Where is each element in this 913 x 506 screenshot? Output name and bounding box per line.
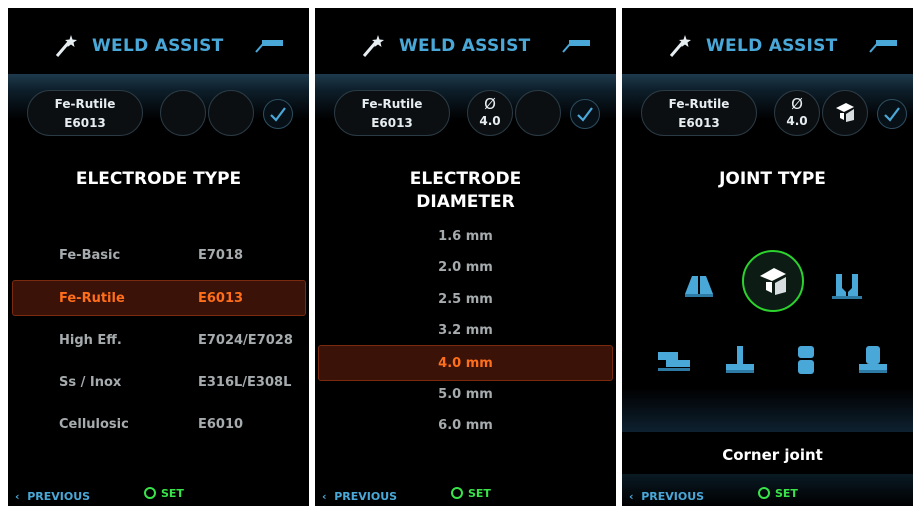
wand-icon	[362, 35, 384, 57]
app-header: WELD ASSIST	[315, 32, 616, 60]
electrode-name: Fe-Basic	[59, 248, 121, 263]
diameter-summary[interactable]	[160, 90, 206, 136]
joint-summary[interactable]	[515, 90, 561, 136]
confirm-button[interactable]	[570, 99, 600, 129]
confirm-button[interactable]	[877, 99, 907, 129]
footer-bar: ‹ PREVIOUS SET	[622, 478, 913, 506]
electrode-code: E6013	[198, 291, 244, 306]
footer-bar: ‹ PREVIOUS SET	[315, 478, 616, 506]
check-icon	[270, 107, 286, 122]
diameter-summary[interactable]: Ø 4.0	[774, 90, 820, 136]
electrode-summary[interactable]: Fe-Rutile E6013	[27, 90, 143, 136]
electrode-code: E7018	[198, 248, 244, 263]
electrode-group: Fe-Rutile	[668, 97, 730, 111]
list-item[interactable]: 3.2 mm	[315, 316, 616, 346]
set-button[interactable]: SET	[144, 487, 184, 500]
list-item[interactable]: 2.0 mm	[315, 253, 616, 283]
app-title: WELD ASSIST	[92, 36, 224, 56]
page-title-line2: DIAMETER	[416, 192, 515, 212]
check-icon	[577, 107, 593, 122]
circle-icon	[758, 487, 770, 499]
diameter-icon: Ø	[791, 95, 803, 113]
corner-joint-icon	[760, 268, 786, 295]
previous-label: PREVIOUS	[27, 490, 91, 503]
electrode-code: E6013	[371, 116, 413, 130]
selection-summary: Fe-Rutile E6013 Ø 4.0	[315, 74, 616, 148]
page-title-line1: ELECTRODE	[409, 169, 522, 189]
previous-button[interactable]: ‹ PREVIOUS	[629, 490, 704, 503]
list-item[interactable]: 5.0 mm	[315, 380, 616, 410]
list-item[interactable]: 6.0 mm	[315, 411, 616, 441]
footer-bar: ‹ PREVIOUS SET	[8, 478, 309, 506]
edge-joint-icon[interactable]	[830, 270, 864, 300]
electrode-diameter-screen: WELD ASSIST Fe-Rutile E6013 Ø 4.0 ELECTR…	[315, 8, 616, 506]
list-item[interactable]: High Eff. E7024/E7028	[8, 326, 309, 356]
joint-summary[interactable]	[208, 90, 254, 136]
set-label: SET	[468, 487, 491, 500]
butt-joint-icon[interactable]	[683, 272, 715, 298]
electrode-group: Fe-Rutile	[54, 97, 116, 111]
corner-joint-option-selected[interactable]	[742, 250, 804, 312]
app-header: WELD ASSIST	[622, 32, 913, 60]
previous-button[interactable]: ‹ PREVIOUS	[322, 490, 397, 503]
list-item[interactable]: Ss / Inox E316L/E308L	[8, 368, 309, 398]
app-title: WELD ASSIST	[399, 36, 531, 56]
list-item-selected[interactable]: Fe-Rutile E6013	[12, 280, 306, 316]
electrode-name: Ss / Inox	[59, 375, 122, 390]
electrode-summary[interactable]: Fe-Rutile E6013	[334, 90, 450, 136]
pipe-butt-joint-icon[interactable]	[796, 344, 816, 376]
electrode-code: E6013	[64, 116, 106, 130]
torch-icon[interactable]	[867, 38, 897, 54]
circle-icon	[144, 487, 156, 499]
electrode-code: E316L/E308L	[198, 375, 292, 390]
selection-summary: Fe-Rutile E6013	[8, 74, 309, 148]
wand-icon	[669, 35, 691, 57]
app-title: WELD ASSIST	[706, 36, 838, 56]
electrode-type-screen: WELD ASSIST Fe-Rutile E6013 ELECTRODE TY…	[8, 8, 309, 506]
tee-joint-icon[interactable]	[723, 344, 757, 374]
previous-label: PREVIOUS	[334, 490, 398, 503]
set-button[interactable]: SET	[451, 487, 491, 500]
electrode-code: E7024/E7028	[198, 333, 293, 348]
corner-joint-icon	[836, 103, 854, 122]
electrode-code: E6010	[198, 417, 244, 432]
lap-joint-icon[interactable]	[656, 346, 692, 372]
torch-icon[interactable]	[560, 38, 590, 54]
electrode-group: Fe-Rutile	[361, 97, 423, 111]
set-label: SET	[161, 487, 184, 500]
set-button[interactable]: SET	[758, 487, 798, 500]
joint-label-band	[622, 388, 913, 432]
list-item-selected[interactable]: 4.0 mm	[318, 345, 613, 381]
list-item[interactable]: 2.5 mm	[315, 285, 616, 315]
electrode-name: High Eff.	[59, 333, 122, 348]
page-title: JOINT TYPE	[719, 169, 826, 189]
diameter-value: 4.0	[479, 114, 501, 128]
circle-icon	[451, 487, 463, 499]
diameter-icon: Ø	[484, 95, 496, 113]
pipe-flange-joint-icon[interactable]	[856, 344, 890, 376]
electrode-name: Fe-Rutile	[59, 291, 125, 306]
selection-summary: Fe-Rutile E6013 Ø 4.0	[622, 74, 913, 148]
wand-icon	[55, 35, 77, 57]
electrode-name: Cellulosic	[59, 417, 129, 432]
joint-type-screen: WELD ASSIST Fe-Rutile E6013 Ø 4.0 JOINT …	[622, 8, 913, 506]
list-item[interactable]: Fe-Basic E7018	[8, 241, 309, 271]
check-icon	[884, 107, 900, 122]
list-item[interactable]: Cellulosic E6010	[8, 410, 309, 440]
previous-label: PREVIOUS	[641, 490, 705, 503]
page-title: ELECTRODE TYPE	[75, 169, 242, 189]
app-header: WELD ASSIST	[8, 32, 309, 60]
list-item[interactable]: 1.6 mm	[315, 222, 616, 252]
diameter-summary[interactable]: Ø 4.0	[467, 90, 513, 136]
confirm-button[interactable]	[263, 99, 293, 129]
set-label: SET	[775, 487, 798, 500]
previous-button[interactable]: ‹ PREVIOUS	[15, 490, 90, 503]
selected-joint-label: Corner joint	[722, 446, 823, 464]
joint-summary[interactable]	[822, 90, 868, 136]
torch-icon[interactable]	[253, 38, 283, 54]
diameter-value: 4.0	[786, 114, 808, 128]
electrode-summary[interactable]: Fe-Rutile E6013	[641, 90, 757, 136]
electrode-code: E6013	[678, 116, 720, 130]
page-title: ELECTRODE DIAMETER	[315, 168, 616, 214]
